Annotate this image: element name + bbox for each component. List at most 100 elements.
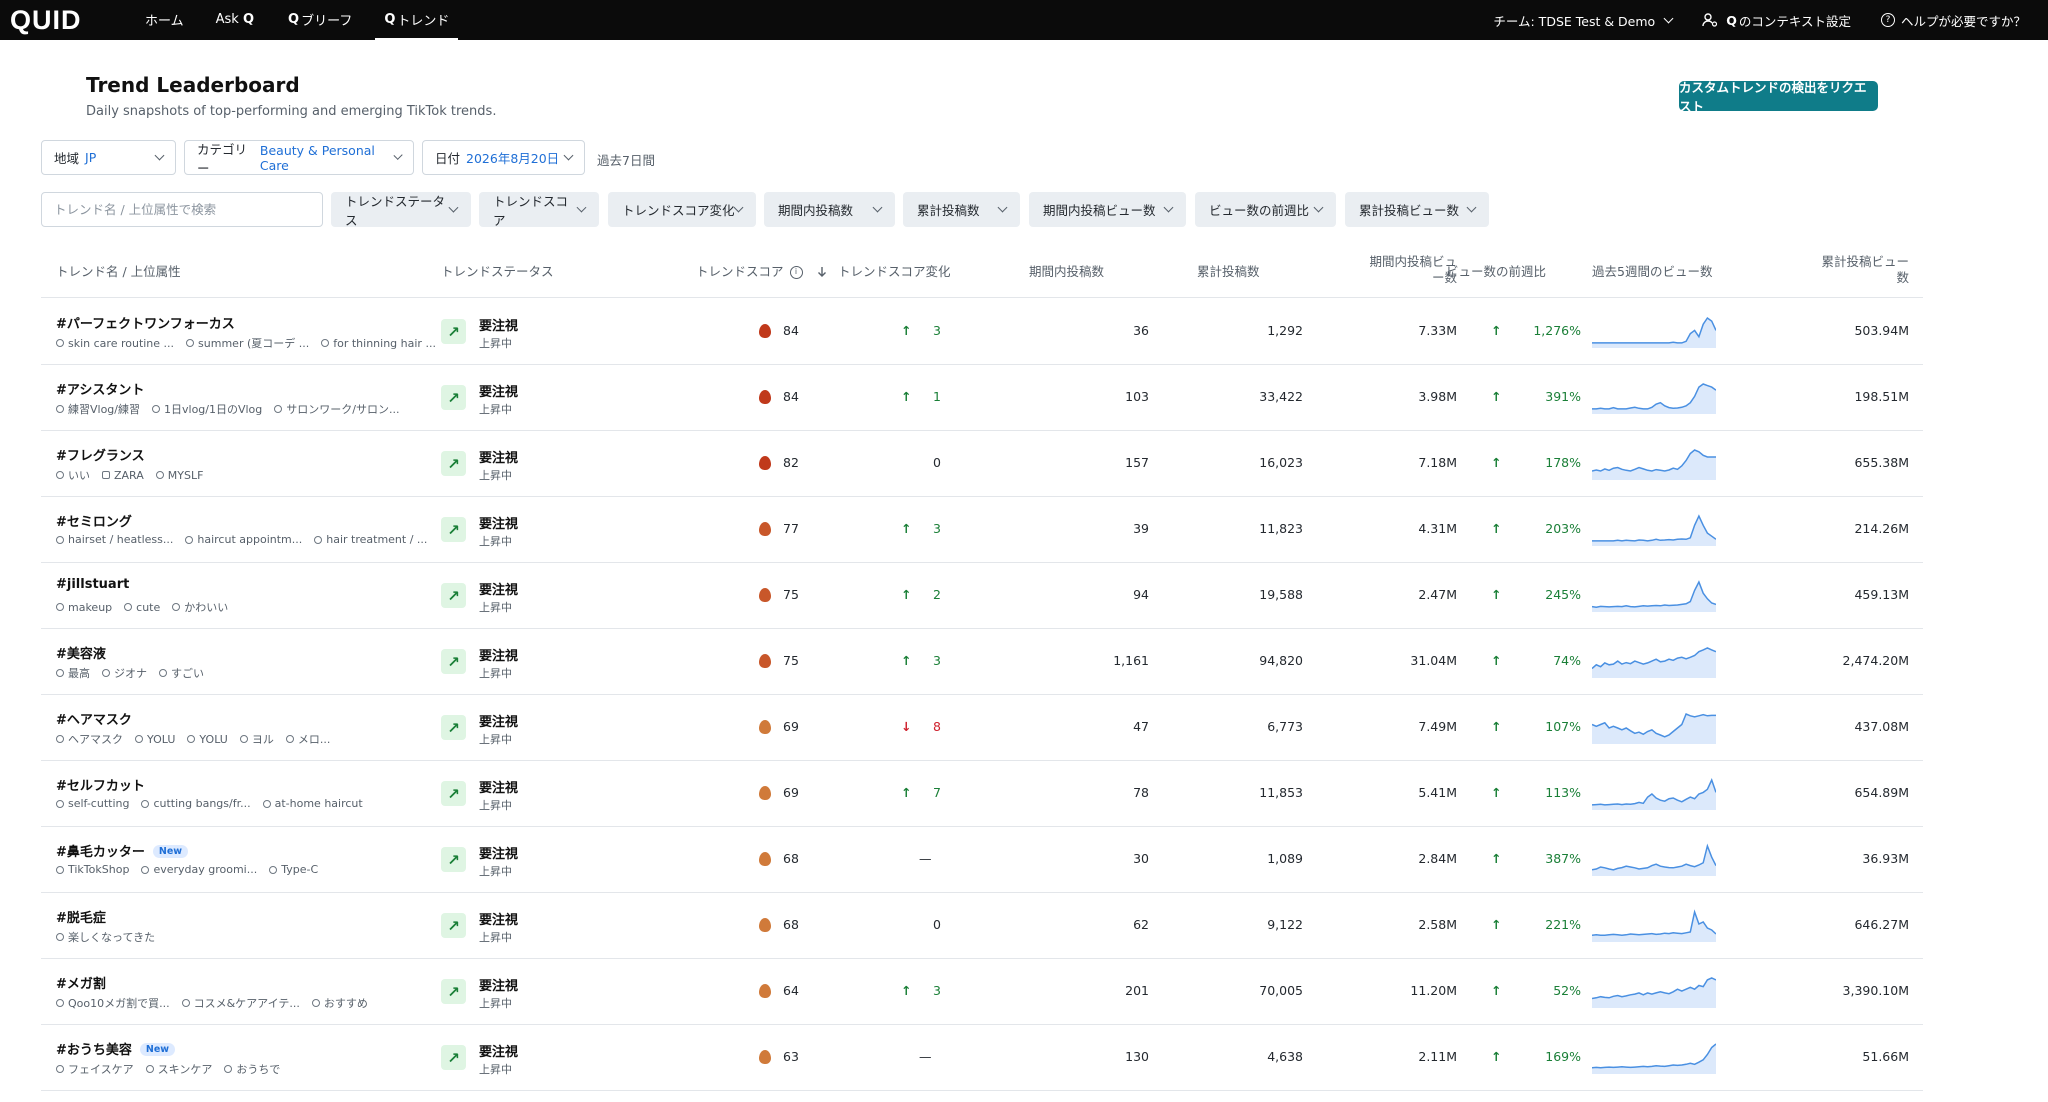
col-header-status[interactable]: トレンドステータス — [441, 264, 554, 280]
status-sublabel: 上昇中 — [479, 667, 512, 680]
context-settings-link[interactable]: Q のコンテキスト設定 — [1702, 11, 1851, 30]
col-header-name[interactable]: トレンド名 / 上位属性 — [56, 264, 181, 280]
col-header-views-period[interactable]: 期間内投稿ビュ ー数 — [1331, 254, 1457, 286]
sparkline-area — [1592, 450, 1716, 480]
posts-total-value: 1,292 — [1267, 323, 1303, 338]
trend-name-cell[interactable]: #美容液 — [56, 643, 106, 662]
team-selector[interactable]: チーム: TDSE Test & Demo — [1493, 11, 1674, 30]
arrow-down-icon: ↓ — [901, 719, 912, 734]
chip-label: トレンドスコア — [493, 193, 569, 228]
table-row[interactable]: #おうち美容 New フェイスケア スキンケア おうちで ↗ 要注視 上昇中 63 — 130 4,6… — [41, 1025, 1923, 1091]
arrow-up-icon: ↑ — [1491, 389, 1502, 404]
attribute-tag: スキンケア — [145, 1061, 212, 1077]
table-row[interactable]: #パーフェクトワンフォーカス skin care routine ... summe… — [41, 299, 1923, 365]
col-header-wow[interactable]: ビュー数の前週比 — [1446, 264, 1546, 280]
filter-trend-status[interactable]: トレンドステータス — [331, 192, 471, 228]
attribute-label: おすすめ — [323, 997, 368, 1010]
top-attributes: hairset / heatless... haircut appointm...… — [56, 533, 439, 546]
trend-name: #ヘアマスク — [56, 713, 132, 728]
period-label: 過去7日間 — [597, 153, 655, 168]
table-row[interactable]: #セルフカット self-cutting cutting bangs/fr... at… — [41, 761, 1923, 827]
trend-name-cell[interactable]: #おうち美容 New — [56, 1039, 176, 1058]
table-row[interactable]: #セミロング hairset / heatless... haircut appoi… — [41, 497, 1923, 563]
trend-name-cell[interactable]: #鼻毛カッター New — [56, 841, 189, 860]
posts-period-value: 1,161 — [1113, 653, 1149, 668]
col-header-views-total[interactable]: 累計投稿ビュー 数 — [1786, 254, 1909, 286]
trend-name-cell[interactable]: #アシスタント — [56, 379, 144, 398]
top-attributes: 練習Vlog/練習 1日vlog/1日のVlog サロンワーク/サロン... — [56, 401, 411, 417]
table-row[interactable]: #フレグランス いい ZARA MYSLF ↗ 要注視 上昇中 82 0 157 16,023 7.1… — [41, 431, 1923, 497]
views-sparkline — [1592, 316, 1716, 348]
filter-views-period[interactable]: 期間内投稿ビュー数 — [1029, 192, 1186, 227]
views-total-value: 646.27M — [1854, 917, 1909, 932]
info-icon[interactable]: i — [789, 265, 803, 279]
filter-views-total[interactable]: 累計投稿ビュー数 — [1345, 192, 1489, 227]
table-row[interactable]: #jillstuart makeup cute かわいい ↗ 要注視 上昇中 75 ↑ 2 94 19… — [41, 563, 1923, 629]
table-row[interactable]: #ヘアマスク ヘアマスク YOLU YOLU ヨル メロ... ↗ 要注視 上昇中 69 ↓ 8 47 6… — [41, 695, 1923, 761]
wow-value: 245% — [1545, 587, 1581, 602]
table-row[interactable]: #脱毛症 楽しくなってきた ↗ 要注視 上昇中 68 0 62 9,122 2.58M ↑ 221% 6… — [41, 893, 1923, 959]
trend-search-input[interactable] — [41, 192, 323, 227]
filter-views-wow[interactable]: ビュー数の前週比 — [1195, 192, 1336, 227]
views-sparkline — [1592, 909, 1716, 942]
trend-name-cell[interactable]: #パーフェクトワンフォーカス — [56, 313, 235, 332]
filter-trend-score-change[interactable]: トレンドスコア変化 — [608, 192, 756, 227]
trend-name-cell[interactable]: #セルフカット — [56, 775, 145, 794]
q-logo-icon: Q — [1726, 12, 1737, 28]
nav-ask-label: Ask — [215, 11, 239, 27]
trend-name-cell[interactable]: #セミロング — [56, 511, 132, 530]
posts-period-value: 94 — [1133, 587, 1149, 602]
region-dropdown[interactable]: 地域 JP — [41, 140, 176, 175]
views-total-value: 3,390.10M — [1842, 983, 1909, 998]
col-header-posts-period[interactable]: 期間内投稿数 — [1029, 264, 1104, 280]
table-row[interactable]: #アシスタント練習Vlog/練習 1日vlog/1日のVlog サロンワーク/サロン… — [41, 365, 1923, 431]
attribute-tag: 楽しくなってきた — [56, 929, 155, 945]
help-link[interactable]: ? ヘルプが必要ですか？ — [1880, 11, 2026, 30]
trend-name-cell[interactable]: #フレグランス — [56, 445, 145, 464]
table-row[interactable]: #メガ割 Qoo10メガ割で買... コスメ&ケアアイテ... おすすめ ↗ 要注視 上昇中… — [41, 959, 1923, 1025]
wow-value: 169% — [1545, 1049, 1581, 1064]
top-attributes: Qoo10メガ割で買... コスメ&ケアアイテ... おすすめ — [56, 995, 380, 1011]
status-sublabel: 上昇中 — [479, 535, 512, 548]
nav-trends-label: トレンド — [397, 13, 450, 29]
sort-down-arrow-icon[interactable] — [817, 266, 827, 278]
attribute-label: Type-C — [281, 863, 319, 876]
category-dropdown[interactable]: カテゴリー Beauty & Personal Care — [184, 140, 414, 176]
score-change-value: 0 — [933, 455, 941, 470]
quid-logo[interactable]: QUID — [10, 5, 120, 36]
nav-trends[interactable]: Q トレンド — [375, 0, 459, 40]
chip-label: ビュー数の前週比 — [1209, 203, 1310, 218]
date-dropdown[interactable]: 日付 2026年8月20日 — [422, 140, 585, 175]
attribute-icon — [321, 339, 330, 347]
attribute-label: TikTokShop — [68, 863, 130, 876]
filter-trend-score[interactable]: トレンドスコア — [479, 192, 599, 228]
wow-value: 391% — [1545, 389, 1581, 404]
table-row[interactable]: #美容液 最高 ジオナ すごい ↗ 要注視 上昇中 75 ↑ 3 1,161 94,820 31.04M… — [41, 629, 1923, 695]
request-custom-trend-button[interactable]: カスタムトレンドの検出をリクエスト — [1679, 80, 1878, 114]
attribute-icon — [185, 535, 194, 544]
status-label: 要注視 — [479, 1045, 519, 1060]
trend-name-cell[interactable]: #ヘアマスク — [56, 709, 132, 728]
views-period-value: 7.33M — [1418, 323, 1457, 338]
trend-name: #フレグランス — [56, 449, 145, 464]
table-row[interactable]: #鼻毛カッター New TikTokShop everyday groomi... Ty… — [41, 827, 1923, 893]
filter-posts-total[interactable]: 累計投稿数 — [903, 192, 1020, 227]
trend-name-cell[interactable]: #脱毛症 — [56, 907, 106, 926]
flame-icon — [759, 984, 771, 998]
trend-name-cell[interactable]: #jillstuart — [56, 577, 129, 592]
nav-briefs[interactable]: Q ブリーフ — [279, 0, 361, 40]
nav-home[interactable]: ホーム — [136, 0, 193, 40]
nav-ask-q[interactable]: Ask Q — [207, 0, 265, 40]
filter-posts-period[interactable]: 期間内投稿数 — [764, 192, 895, 227]
trend-name: #脱毛症 — [56, 911, 106, 926]
attribute-tag: TikTokShop — [56, 863, 129, 876]
attribute-tag: フェイスケア — [56, 1061, 134, 1077]
views-period-value: 11.20M — [1410, 983, 1457, 998]
col-header-score-change[interactable]: トレンドスコア変化 — [838, 264, 951, 280]
col-header-posts-total[interactable]: 累計投稿数 — [1197, 264, 1260, 280]
status-sublabel: 上昇中 — [479, 931, 512, 944]
arrow-up-icon: ↑ — [901, 785, 912, 800]
trend-name-cell[interactable]: #メガ割 — [56, 973, 106, 992]
col-header-score-label: トレンドスコア — [696, 264, 784, 279]
col-header-score[interactable]: トレンドスコア i — [696, 264, 827, 280]
